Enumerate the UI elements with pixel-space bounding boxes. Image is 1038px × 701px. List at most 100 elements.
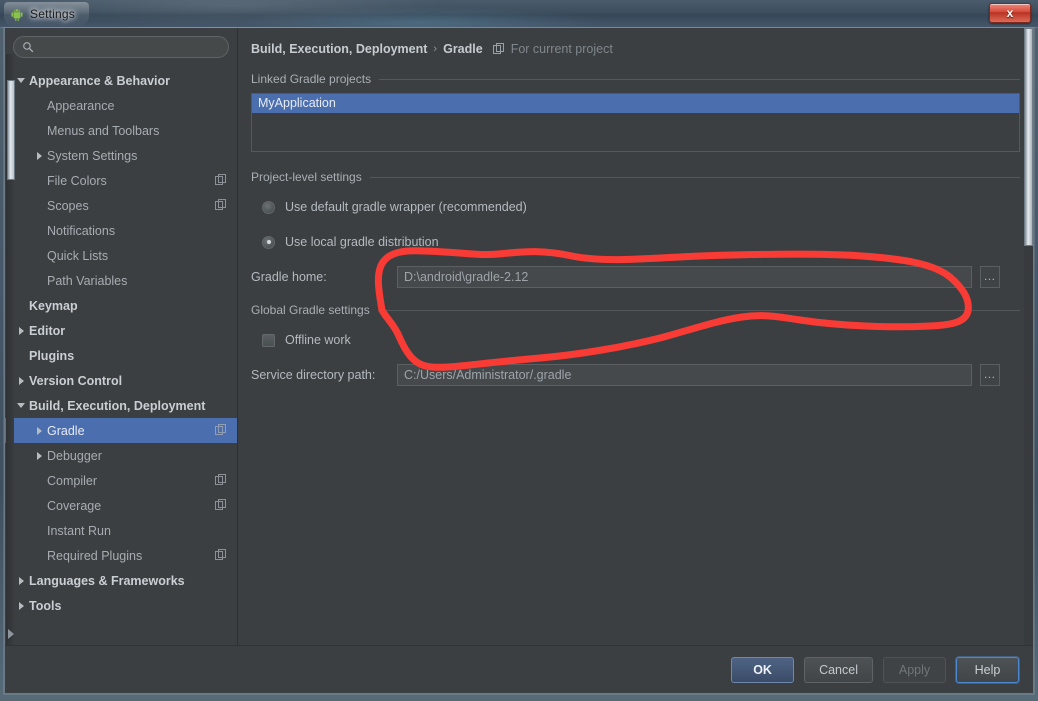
sidebar-item-appearance[interactable]: Appearance — [5, 93, 237, 118]
radio-local-distribution-icon[interactable] — [262, 235, 275, 249]
sidebar-item-label: Scopes — [47, 198, 89, 213]
chevron-right-icon[interactable] — [31, 443, 47, 468]
chevron-right-icon[interactable] — [31, 418, 47, 443]
sidebar-scrollbar-thumb[interactable] — [7, 80, 15, 180]
sidebar-item-required-plugins[interactable]: Required Plugins — [5, 543, 237, 568]
service-directory-input[interactable]: C:/Users/Administrator/.gradle — [397, 364, 972, 386]
sidebar-item-build-execution-deployment[interactable]: Build, Execution, Deployment — [5, 393, 237, 418]
linked-projects-group: Linked Gradle projects MyApplication — [251, 72, 1020, 152]
linked-projects-list[interactable]: MyApplication — [251, 93, 1020, 152]
sidebar-item-label: Build, Execution, Deployment — [29, 398, 206, 413]
sidebar-item-coverage[interactable]: Coverage — [5, 493, 237, 518]
gradle-home-input[interactable]: D:\android\gradle-2.12 — [397, 266, 972, 288]
service-directory-label: Service directory path: — [251, 368, 376, 382]
search-container — [5, 28, 237, 62]
chevron-right-icon[interactable] — [13, 593, 29, 618]
global-settings-group: Global Gradle settings Offline work Serv… — [251, 303, 1020, 391]
radio-default-wrapper-icon[interactable] — [262, 200, 275, 214]
sidebar-item-editor[interactable]: Editor — [5, 318, 237, 343]
sidebar-scroll-arrow-icon[interactable] — [8, 629, 14, 639]
project-level-group: Project-level settings Use default gradl… — [251, 170, 1020, 293]
close-button[interactable]: x — [989, 3, 1031, 23]
breadcrumb-root[interactable]: Build, Execution, Deployment — [251, 42, 427, 56]
sidebar-item-label: Instant Run — [47, 523, 111, 538]
title-glass-plate: Settings — [4, 2, 89, 26]
sidebar-item-version-control[interactable]: Version Control — [5, 368, 237, 393]
settings-sidebar: Appearance & Behavior Appearance Menus and… — [5, 28, 238, 645]
sidebar-item-compiler[interactable]: Compiler — [5, 468, 237, 493]
sidebar-item-gradle[interactable]: Gradle — [5, 418, 237, 443]
sidebar-item-plugins[interactable]: Plugins — [5, 343, 237, 368]
cancel-button[interactable]: Cancel — [804, 656, 873, 683]
breadcrumb-scope-note: For current project — [510, 42, 613, 56]
chevron-right-icon[interactable] — [13, 318, 29, 343]
project-scope-icon — [215, 499, 226, 510]
search-icon — [23, 42, 34, 53]
chevron-right-icon[interactable] — [31, 143, 47, 168]
sidebar-item-notifications[interactable]: Notifications — [5, 218, 237, 243]
sidebar-item-languages-frameworks[interactable]: Languages & Frameworks — [5, 568, 237, 593]
breadcrumb: Build, Execution, Deployment › Gradle Fo… — [238, 28, 1033, 56]
sidebar-item-appearance-behavior[interactable]: Appearance & Behavior — [5, 68, 237, 93]
sidebar-item-label: Quick Lists — [47, 248, 109, 263]
apply-button[interactable]: Apply — [883, 656, 946, 683]
project-scope-icon — [215, 474, 226, 485]
sidebar-item-label: Tools — [29, 598, 62, 613]
sidebar-item-label: Coverage — [47, 498, 102, 513]
sidebar-scrollbar-track[interactable] — [6, 54, 15, 645]
chevron-right-icon[interactable] — [13, 568, 29, 593]
search-box[interactable] — [13, 36, 229, 58]
service-directory-browse-button[interactable]: … — [980, 364, 1000, 386]
gradle-home-label: Gradle home: — [251, 270, 327, 284]
sidebar-item-label: Path Variables — [47, 273, 128, 288]
linked-projects-title: Linked Gradle projects — [251, 72, 372, 86]
panel-scrollbar-thumb[interactable] — [1024, 28, 1033, 246]
linked-project-row[interactable]: MyApplication — [252, 94, 1019, 113]
sidebar-item-file-colors[interactable]: File Colors — [5, 168, 237, 193]
panel-scrollbar-track[interactable] — [1024, 28, 1033, 645]
sidebar-item-label: Menus and Toolbars — [47, 123, 160, 138]
search-input[interactable] — [34, 37, 228, 57]
sidebar-item-keymap[interactable]: Keymap — [5, 293, 237, 318]
sidebar-item-label: Appearance — [47, 98, 115, 113]
service-directory-row: Service directory path: C:/Users/Adminis… — [251, 359, 1020, 391]
sidebar-item-label: Compiler — [47, 473, 98, 488]
global-settings-header: Global Gradle settings — [251, 303, 1020, 317]
help-button[interactable]: Help — [956, 656, 1019, 683]
sidebar-item-debugger[interactable]: Debugger — [5, 443, 237, 468]
offline-work-row[interactable]: Offline work — [251, 325, 1020, 355]
linked-projects-header: Linked Gradle projects — [251, 72, 1020, 86]
sidebar-item-path-variables[interactable]: Path Variables — [5, 268, 237, 293]
chevron-right-icon[interactable] — [13, 368, 29, 393]
android-droid-icon — [11, 9, 23, 21]
sidebar-item-instant-run[interactable]: Instant Run — [5, 518, 237, 543]
chevron-down-icon[interactable] — [13, 68, 29, 93]
offline-work-checkbox[interactable] — [262, 333, 275, 347]
breadcrumb-leaf[interactable]: Gradle — [443, 42, 483, 56]
sidebar-item-label: System Settings — [47, 148, 138, 163]
offline-work-label: Offline work — [285, 333, 351, 347]
breadcrumb-separator-icon: › — [433, 43, 438, 55]
sidebar-item-system-settings[interactable]: System Settings — [5, 143, 237, 168]
chevron-down-icon[interactable] — [13, 393, 29, 418]
radio-row-default-wrapper[interactable]: Use default gradle wrapper (recommended) — [251, 192, 1020, 222]
sidebar-item-scopes[interactable]: Scopes — [5, 193, 237, 218]
project-scope-icon — [492, 43, 504, 54]
ok-button[interactable]: OK — [731, 656, 795, 683]
project-level-title: Project-level settings — [251, 170, 362, 184]
gradle-home-browse-button[interactable]: … — [980, 266, 1000, 288]
radio-row-local-distribution[interactable]: Use local gradle distribution — [251, 227, 1020, 257]
settings-window: Settings x Appearance & Behavior Appeara… — [0, 0, 1038, 701]
sidebar-item-tools[interactable]: Tools — [5, 593, 237, 618]
settings-dialog: Appearance & Behavior Appearance Menus and… — [4, 28, 1034, 694]
sidebar-item-label: Required Plugins — [47, 548, 143, 563]
sidebar-item-menus-and-toolbars[interactable]: Menus and Toolbars — [5, 118, 237, 143]
sidebar-item-quick-lists[interactable]: Quick Lists — [5, 243, 237, 268]
